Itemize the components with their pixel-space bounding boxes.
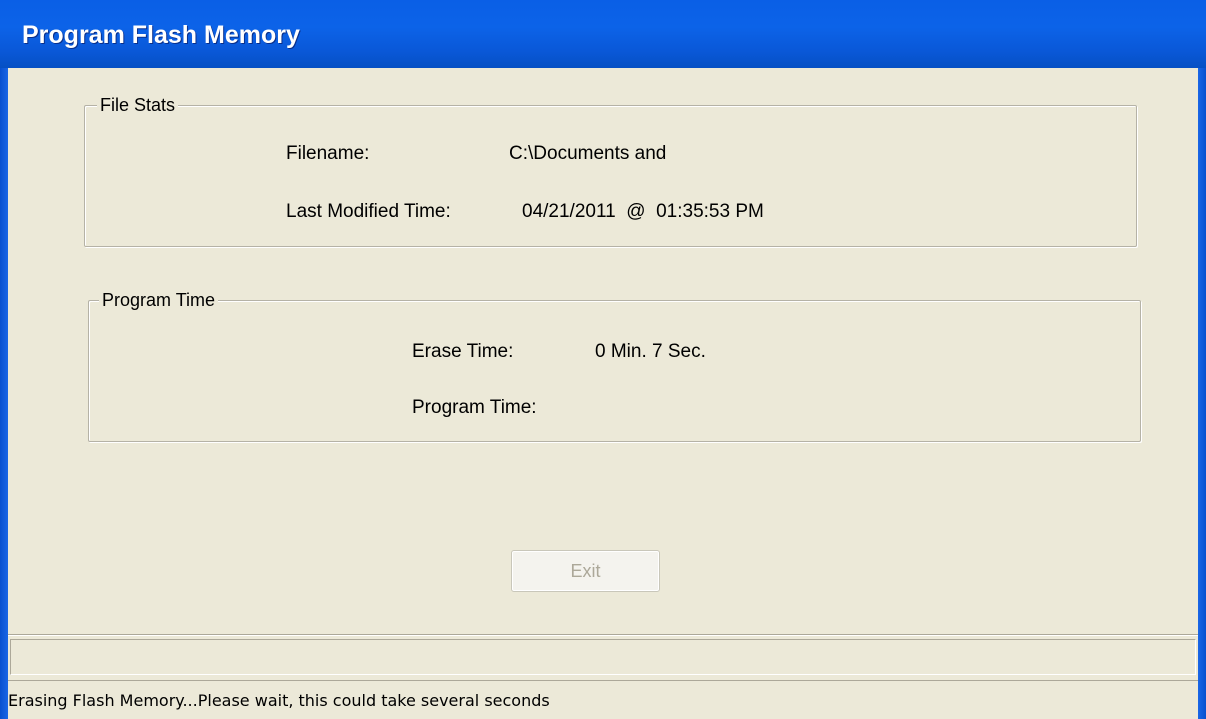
program-time-label: Program Time: (412, 397, 537, 418)
last-modified-value: 04/21/2011 @ 01:35:53 PM (522, 201, 764, 222)
program-flash-memory-window: Program Flash Memory File Stats Filename… (0, 0, 1206, 719)
title-bar[interactable]: Program Flash Memory (0, 0, 1206, 68)
program-time-group: Program Time Erase Time: 0 Min. 7 Sec. P… (88, 290, 1141, 442)
file-stats-group: File Stats Filename: C:\Documents and La… (84, 95, 1137, 247)
window-frame-left (0, 68, 8, 719)
status-text: Erasing Flash Memory...Please wait, this… (8, 691, 550, 710)
filename-value: C:\Documents and (509, 143, 667, 164)
exit-button[interactable]: Exit (511, 550, 660, 592)
filename-label: Filename: (286, 143, 370, 164)
last-modified-label: Last Modified Time: (286, 201, 451, 222)
window-title: Program Flash Memory (22, 21, 300, 49)
erase-time-label: Erase Time: (412, 341, 514, 362)
progress-area (10, 639, 1196, 675)
program-time-legend: Program Time (99, 290, 219, 311)
file-stats-legend: File Stats (97, 95, 179, 116)
status-bar: Erasing Flash Memory...Please wait, this… (8, 680, 1198, 719)
separator-highlight (8, 635, 1198, 636)
dialog-client-area: File Stats Filename: C:\Documents and La… (8, 68, 1198, 719)
erase-time-value: 0 Min. 7 Sec. (595, 341, 706, 362)
window-frame-right (1198, 68, 1206, 719)
